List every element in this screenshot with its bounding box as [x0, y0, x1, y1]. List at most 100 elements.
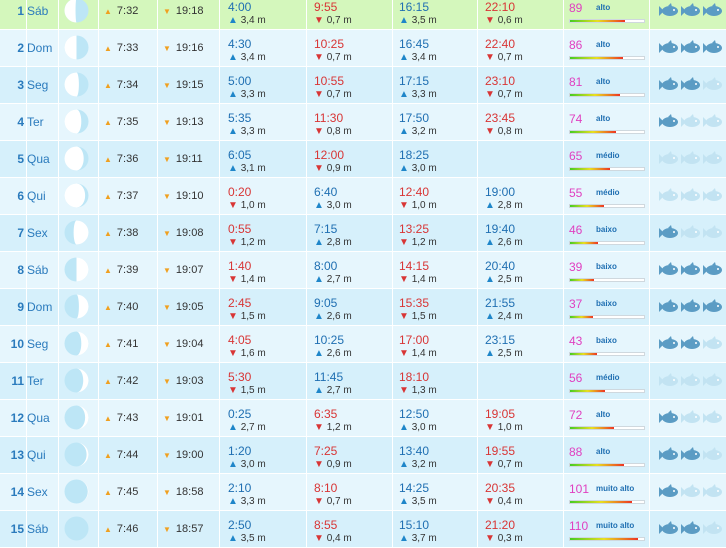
fish-icon	[703, 3, 722, 16]
tide-height-value: 1,6 m	[240, 348, 266, 359]
coefficient-bar	[569, 56, 645, 60]
sunset-time: ▼ 19:01	[163, 400, 203, 436]
day-number: 13	[10, 448, 24, 462]
tide-height: ▼ 0,9 m	[314, 163, 352, 175]
day-row[interactable]: 13 Qui ▲ 7:44 ▼ 19:00 1:20 ▲ 3,0 m 7:25 ▼ 0,9 m 13…	[0, 437, 726, 474]
sunrise-value: 7:38	[116, 227, 139, 239]
triangle-down-icon: ▼	[314, 496, 327, 507]
day-row[interactable]: 10 Seg ▲ 7:41 ▼ 19:04 4:05 ▼ 1,6 m 10:25 ▲ 2,6 m1…	[0, 326, 726, 363]
column-divider	[98, 326, 99, 362]
day-row[interactable]: 7 Sex ▲ 7:38 ▼ 19:08 0:55 ▼ 1,2 m 7:15 ▲ 2,8 m 13:…	[0, 215, 726, 252]
tide-time: 2:10	[228, 481, 252, 495]
column-divider	[563, 141, 564, 177]
day-row[interactable]: 14 Sex ▲ 7:45 ▼ 18:58 2:10 ▲ 3,3 m 8:10 ▼ 0,7 m 14…	[0, 474, 726, 511]
coefficient-bar-fill	[570, 464, 625, 466]
day-row[interactable]: 6 Qui ▲ 7:37 ▼ 19:10 0:20 ▼ 1,0 m 6:40 ▲ 3,0 m 12:…	[0, 178, 726, 215]
day-row[interactable]: 8 Sáb ▲ 7:39 ▼ 19:07 1:40 ▼ 1,4 m 8:00 ▲ 2,7 m 14:…	[0, 252, 726, 289]
column-divider	[219, 511, 220, 547]
low-tide: 14:15 ▼ 1,4 m	[395, 252, 479, 288]
day-row[interactable]: 3 Seg ▲ 7:34 ▼ 19:15 5:00 ▲ 3,3 m 10:55 ▼ 0,7 m 17…	[0, 67, 726, 104]
sunset-icon: ▼	[163, 266, 171, 275]
column-divider	[98, 178, 99, 214]
sunset-value: 19:05	[175, 301, 204, 313]
tide-height: ▲ 3,7 m	[399, 533, 437, 545]
high-tide: 17:50 ▲ 3,2 m	[395, 104, 479, 140]
column-divider	[98, 30, 99, 66]
tide-height-value: 3,1 m	[240, 163, 266, 174]
sunrise-value: 7:36	[116, 153, 139, 165]
tide-height: ▲ 2,8 m	[485, 200, 523, 212]
tide-height-value: 0,7 m	[497, 52, 523, 63]
tide-height: ▼ 0,7 m	[314, 52, 352, 64]
tide-height-value: 2,4 m	[497, 311, 523, 322]
column-divider	[98, 400, 99, 436]
high-tide: 19:00 ▲ 2,8 m	[481, 178, 565, 214]
tide-coefficient: 110 muito alto	[569, 511, 645, 547]
moon-phase-icon	[64, 257, 89, 282]
tide-time: 15:10	[399, 518, 430, 532]
weekday: Ter	[27, 374, 44, 388]
fish-icon	[681, 484, 700, 497]
day-row[interactable]: 9 Dom ▲ 7:40 ▼ 19:05 2:45 ▼ 1,5 m 9:05 ▲ 2,6 m 15:…	[0, 289, 726, 326]
column-divider	[219, 363, 220, 399]
tide-height-value: 3,3 m	[240, 126, 266, 137]
coefficient-value: 88	[569, 445, 583, 459]
column-divider	[649, 30, 650, 66]
sunset-icon: ▼	[163, 488, 171, 497]
tide-time: 14:25	[399, 481, 430, 495]
column-divider	[649, 252, 650, 288]
fish-icon	[659, 225, 678, 238]
tide-time: 9:55	[314, 0, 338, 14]
column-divider	[157, 30, 158, 66]
moon-phase-icon	[64, 183, 89, 208]
triangle-down-icon: ▼	[314, 89, 327, 100]
tide-height: ▲ 3,5 m	[399, 496, 437, 508]
day-row[interactable]: 4 Ter ▲ 7:35 ▼ 19:13 5:35 ▲ 3,3 m 11:30 ▼ 0,8 m 17…	[0, 104, 726, 141]
low-tide: 15:35 ▼ 1,5 m	[395, 289, 479, 325]
triangle-up-icon: ▲	[228, 52, 241, 63]
moon-phase-icon	[64, 109, 89, 134]
low-tide: 22:40 ▼ 0,7 m	[481, 30, 565, 66]
low-tide: 11:30 ▼ 0,8 m	[310, 104, 394, 140]
day-row[interactable]: 12 Qua ▲ 7:43 ▼ 19:01 0:25 ▲ 2,7 m 6:35 ▼ 1,2 m 12…	[0, 400, 726, 437]
moon-phase-icon	[64, 368, 89, 393]
triangle-up-icon: ▲	[228, 163, 241, 174]
sunset-time: ▼ 19:15	[163, 67, 203, 103]
tide-height-value: 1,4 m	[411, 274, 437, 285]
tide-height: ▼ 0,7 m	[314, 89, 352, 101]
day-row[interactable]: 5 Qua ▲ 7:36 ▼ 19:11 6:05 ▲ 3,1 m 12:00 ▼ 0,9 m 18…	[0, 141, 726, 178]
high-tide: 8:00 ▲ 2,7 m	[310, 252, 394, 288]
day-row[interactable]: 2 Dom ▲ 7:33 ▼ 19:16 4:30 ▲ 3,4 m 10:25 ▼ 0,7 m 16…	[0, 30, 726, 67]
sunrise-icon: ▲	[104, 488, 112, 497]
high-tide: 20:40 ▲ 2,5 m	[481, 252, 565, 288]
moon-phase-icon	[64, 405, 89, 430]
tide-time: 0:20	[228, 185, 252, 199]
column-divider	[157, 511, 158, 547]
coefficient-value: 37	[569, 297, 583, 311]
sunrise-value: 7:39	[116, 264, 139, 276]
sunset-icon: ▼	[163, 303, 171, 312]
tide-height: ▲ 3,3 m	[228, 126, 266, 138]
triangle-up-icon: ▲	[228, 422, 241, 433]
weekday: Sex	[27, 485, 48, 499]
coefficient-bar	[569, 278, 645, 282]
tide-time: 16:45	[399, 37, 430, 51]
day-row[interactable]: 15 Sáb ▲ 7:46 ▼ 18:57 2:50 ▲ 3,5 m 8:55 ▼ 0,4 m 15…	[0, 511, 726, 548]
high-tide: 6:40 ▲ 3,0 m	[310, 178, 394, 214]
day-row[interactable]: 1 Sáb ▲ 7:32 ▼ 19:18 4:00 ▲ 3,4 m 9:55 ▼ 0,7 m 16:…	[0, 0, 726, 30]
weekday: Qua	[27, 152, 50, 166]
tide-height-value: 1,5 m	[240, 311, 266, 322]
tide-height-value: 0,4 m	[497, 496, 523, 507]
triangle-up-icon: ▲	[399, 422, 412, 433]
triangle-up-icon: ▲	[228, 533, 241, 544]
day-row[interactable]: 11 Ter ▲ 7:42 ▼ 19:03 5:30 ▼ 1,5 m 11:45 ▲ 2,7 m1…	[0, 363, 726, 400]
high-tide: 6:05 ▲ 3,1 m	[224, 141, 308, 177]
sunset-value: 19:03	[175, 375, 204, 387]
high-tide: 4:00 ▲ 3,4 m	[224, 0, 308, 29]
coefficient-value: 43	[569, 334, 583, 348]
tide-coefficient: 46 baixo	[569, 215, 645, 251]
tide-height: ▼ 1,0 m	[228, 200, 266, 212]
tide-height-value: 3,4 m	[240, 52, 266, 63]
column-divider	[219, 104, 220, 140]
sunset-value: 18:57	[175, 523, 204, 535]
